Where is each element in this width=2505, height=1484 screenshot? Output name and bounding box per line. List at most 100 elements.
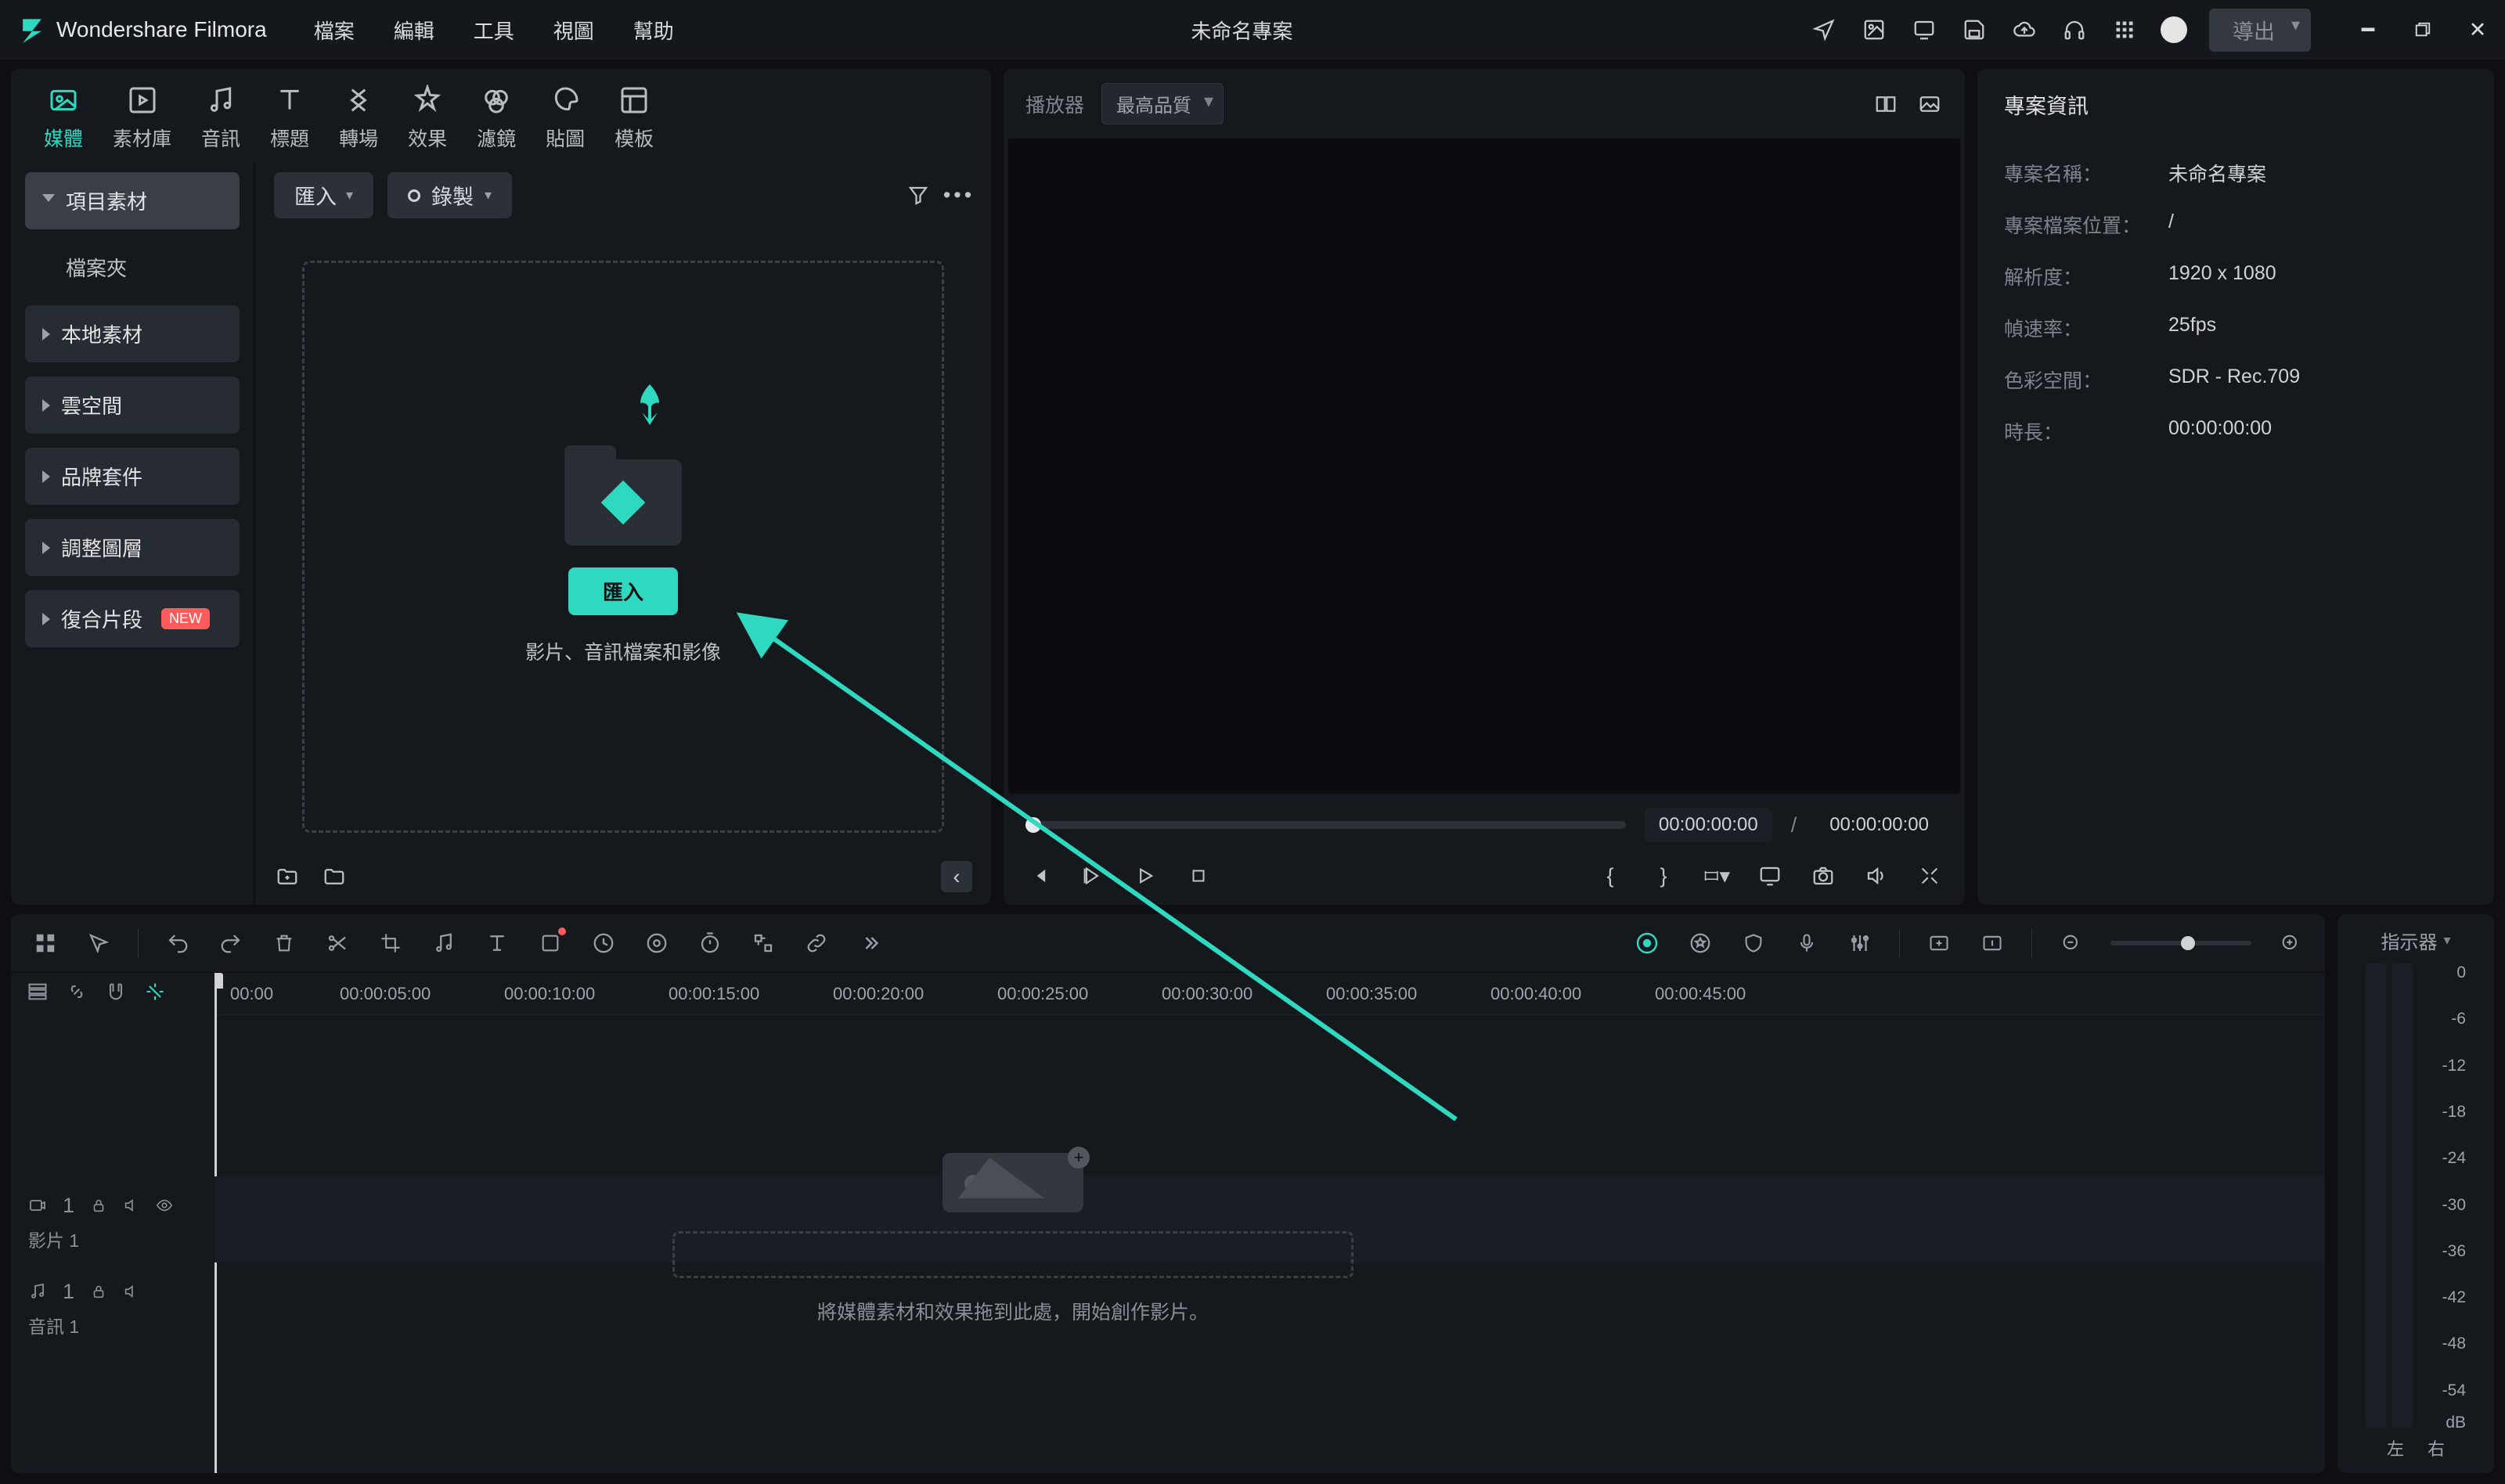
export-button[interactable]: 導出: [2209, 9, 2311, 52]
mute-icon[interactable]: [123, 1197, 140, 1214]
mark-out-icon[interactable]: }: [1650, 863, 1677, 889]
zoom-out-icon[interactable]: [2057, 929, 2085, 957]
tab-templates[interactable]: 模板: [615, 83, 654, 152]
filter-icon[interactable]: [905, 182, 932, 209]
timeline-ruler[interactable]: 00:00 00:00:05:00 00:00:10:00 00:00:15:0…: [214, 973, 2325, 1015]
menu-help[interactable]: 幫助: [633, 16, 674, 45]
auto-enhance-icon[interactable]: [1633, 929, 1661, 957]
lock-icon[interactable]: [90, 1283, 107, 1300]
zoom-handle[interactable]: [2181, 936, 2195, 950]
menu-edit[interactable]: 編輯: [394, 16, 434, 45]
link-track-icon[interactable]: [66, 981, 88, 1008]
auto-ripple-icon[interactable]: [144, 981, 166, 1008]
sidebar-item-brand[interactable]: 品牌套件: [25, 448, 240, 505]
sidebar-item-project-media[interactable]: 項目素材: [25, 172, 240, 229]
tab-filters[interactable]: 濾鏡: [477, 83, 516, 152]
mixer-icon[interactable]: [1846, 929, 1874, 957]
play-pause-button[interactable]: [1079, 863, 1105, 889]
tab-effects[interactable]: 效果: [408, 83, 447, 152]
timeline-tracks[interactable]: 00:00 00:00:05:00 00:00:10:00 00:00:15:0…: [214, 973, 2325, 1473]
effect-star-icon[interactable]: [1686, 929, 1714, 957]
timer-icon[interactable]: [696, 929, 724, 957]
menu-file[interactable]: 檔案: [314, 16, 355, 45]
tab-stickers[interactable]: 貼圖: [546, 83, 585, 152]
import-drop-zone[interactable]: 匯入 影片、音訊檔案和影像: [302, 261, 944, 833]
monitor-icon[interactable]: [1910, 16, 1938, 44]
apps-grid-icon[interactable]: [2110, 16, 2139, 44]
sidebar-item-cloud[interactable]: 雲空間: [25, 376, 240, 434]
shield-icon[interactable]: [1739, 929, 1768, 957]
sidebar-item-adjust[interactable]: 調整圖層: [25, 519, 240, 576]
volume-icon[interactable]: [1863, 863, 1890, 889]
folder-icon[interactable]: [321, 863, 348, 890]
marker-add-icon[interactable]: [1925, 929, 1953, 957]
sidebar-item-compound[interactable]: 復合片段NEW: [25, 590, 240, 647]
aspect-dropdown[interactable]: ▾: [1703, 863, 1730, 889]
import-button[interactable]: 匯入: [568, 567, 678, 615]
user-avatar[interactable]: [2161, 16, 2187, 43]
display-icon[interactable]: [1757, 863, 1783, 889]
headphones-icon[interactable]: [2060, 16, 2089, 44]
mark-in-icon[interactable]: {: [1597, 863, 1624, 889]
sidebar-item-local[interactable]: 本地素材: [25, 305, 240, 362]
redo-icon[interactable]: [217, 929, 245, 957]
color-wheel-icon[interactable]: [643, 929, 671, 957]
snapshot-view-icon[interactable]: [1916, 91, 1943, 117]
mask-tool-icon[interactable]: [536, 929, 564, 957]
save-icon[interactable]: [1960, 16, 1988, 44]
tab-stock[interactable]: 素材庫: [113, 83, 171, 152]
preview-stage[interactable]: [1008, 139, 1960, 794]
snap-icon[interactable]: [105, 981, 127, 1008]
maximize-button[interactable]: [2411, 18, 2435, 42]
microphone-icon[interactable]: [1793, 929, 1821, 957]
image-icon[interactable]: [1860, 16, 1888, 44]
quality-select[interactable]: 最高品質: [1101, 83, 1224, 124]
split-icon[interactable]: [323, 929, 351, 957]
compare-view-icon[interactable]: [1872, 91, 1899, 117]
collapse-sidebar-button[interactable]: ‹: [941, 861, 972, 892]
scrub-track[interactable]: [1025, 821, 1626, 829]
drop-target-outline[interactable]: [672, 1231, 1353, 1278]
new-folder-icon[interactable]: [274, 863, 301, 890]
track-manage-icon[interactable]: [27, 981, 49, 1008]
more-menu-icon[interactable]: •••: [946, 182, 972, 209]
cloud-icon[interactable]: [2010, 16, 2038, 44]
zoom-in-icon[interactable]: [2276, 929, 2305, 957]
prev-frame-button[interactable]: [1025, 863, 1052, 889]
time-current[interactable]: 00:00:00:00: [1645, 808, 1772, 842]
meter-title[interactable]: 指示器: [2381, 927, 2450, 954]
send-icon[interactable]: [1810, 16, 1838, 44]
tracking-icon[interactable]: [749, 929, 777, 957]
tab-transitions[interactable]: 轉場: [339, 83, 378, 152]
import-dropdown[interactable]: 匯入▾: [274, 172, 373, 218]
undo-icon[interactable]: [164, 929, 192, 957]
record-dropdown[interactable]: 錄製▾: [387, 172, 512, 218]
play-button[interactable]: [1132, 863, 1159, 889]
delete-icon[interactable]: [270, 929, 298, 957]
menu-tools[interactable]: 工具: [474, 16, 514, 45]
crop-icon[interactable]: [377, 929, 405, 957]
selection-tool-icon[interactable]: [85, 929, 113, 957]
camera-snapshot-icon[interactable]: [1810, 863, 1836, 889]
scrub-handle[interactable]: [1025, 817, 1041, 833]
speed-icon[interactable]: [589, 929, 618, 957]
lock-icon[interactable]: [90, 1197, 107, 1214]
more-tools-icon[interactable]: [856, 929, 884, 957]
sidebar-item-folders[interactable]: 檔案夾: [25, 243, 240, 291]
chain-icon[interactable]: [802, 929, 831, 957]
visibility-icon[interactable]: [156, 1197, 173, 1214]
zoom-slider[interactable]: [2110, 941, 2251, 946]
fullscreen-icon[interactable]: [1916, 863, 1943, 889]
stop-button[interactable]: [1185, 863, 1212, 889]
tab-titles[interactable]: 標題: [270, 83, 309, 152]
music-beat-icon[interactable]: [430, 929, 458, 957]
marker-icon[interactable]: [1978, 929, 2006, 957]
text-tool-icon[interactable]: [483, 929, 511, 957]
layout-grid-icon[interactable]: [31, 929, 59, 957]
minimize-button[interactable]: ━: [2356, 18, 2380, 42]
tab-media[interactable]: 媒體: [44, 83, 83, 152]
close-button[interactable]: ✕: [2466, 18, 2489, 42]
mute-icon[interactable]: [123, 1283, 140, 1300]
tab-audio[interactable]: 音訊: [201, 83, 240, 152]
menu-view[interactable]: 視圖: [553, 16, 594, 45]
